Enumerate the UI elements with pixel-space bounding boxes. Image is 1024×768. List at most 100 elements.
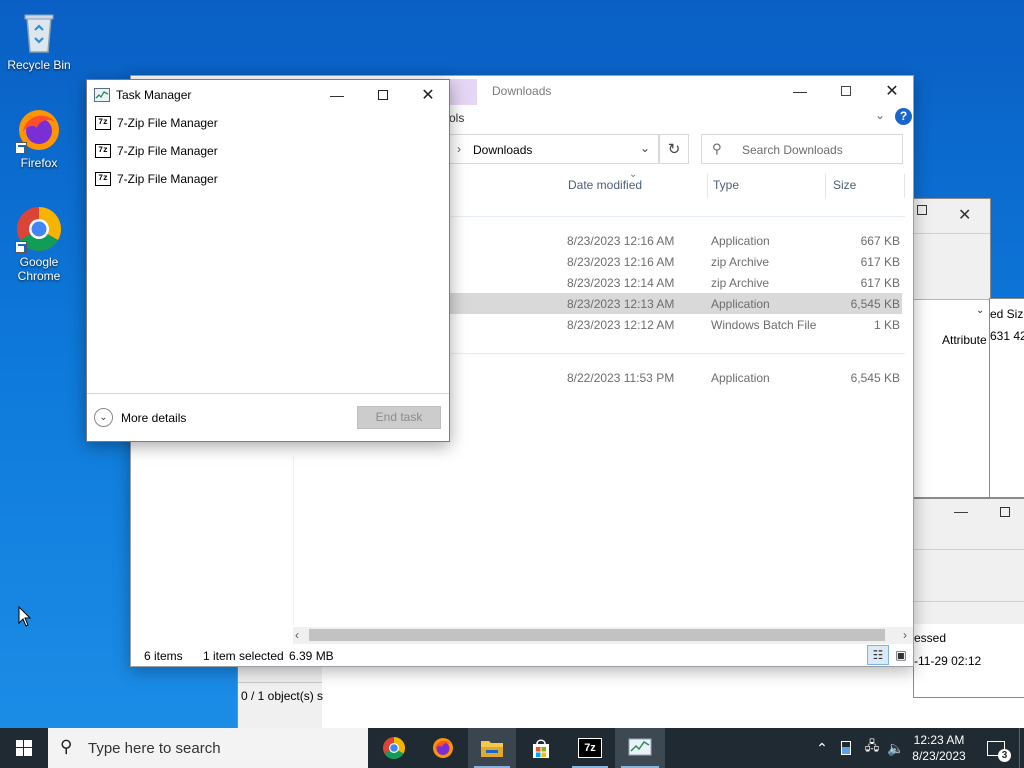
task-list-item[interactable]: 7z 7-Zip File Manager	[93, 168, 218, 190]
maximize-button[interactable]	[823, 76, 869, 106]
mouse-cursor-icon	[18, 605, 32, 631]
desktop-icon-label: Recycle Bin	[7, 58, 71, 72]
taskbar-store[interactable]	[517, 728, 565, 768]
file-date: 8/23/2023 12:16 AM	[567, 255, 675, 269]
maximize-icon[interactable]	[917, 205, 927, 215]
chevron-down-icon: ⌄	[94, 408, 113, 427]
notification-center-button[interactable]: 3	[978, 728, 1014, 768]
search-box[interactable]: ⚲ Search Downloads	[701, 134, 903, 164]
search-icon: ⚲	[60, 737, 73, 756]
file-size: 617 KB	[860, 276, 900, 290]
navigation-pane[interactable]	[131, 436, 293, 636]
start-button[interactable]	[0, 728, 48, 768]
file-date: 8/22/2023 11:53 PM	[567, 371, 675, 385]
status-item-count: 6 items	[144, 649, 183, 663]
file-type: zip Archive	[711, 276, 770, 290]
horizontal-scrollbar[interactable]: ‹ ›	[293, 627, 913, 644]
close-button[interactable]: ✕	[869, 76, 913, 106]
desktop-icon-recycle-bin[interactable]: Recycle Bin	[3, 8, 75, 72]
taskbar-firefox[interactable]	[419, 728, 467, 768]
taskbar-chrome[interactable]	[370, 728, 418, 768]
packed-size-value: 631 426	[990, 329, 1024, 343]
desktop-icon-firefox[interactable]: Firefox	[3, 106, 75, 170]
folder-icon	[481, 741, 503, 757]
maximize-icon[interactable]	[1000, 507, 1010, 517]
file-type: Application	[711, 297, 770, 311]
task-list-item[interactable]: 7z 7-Zip File Manager	[93, 140, 218, 162]
status-fragment: 0 / 1 object(s) s	[241, 689, 324, 703]
7zip-icon: 7z	[95, 172, 111, 186]
column-header-date[interactable]: Date modified	[568, 178, 642, 192]
maximize-button[interactable]	[360, 80, 406, 110]
file-date: 8/23/2023 12:16 AM	[567, 234, 675, 248]
help-icon[interactable]: ?	[895, 108, 912, 125]
show-hidden-icons-chevron-icon[interactable]: ⌃	[810, 728, 834, 768]
firefox-icon	[433, 738, 453, 758]
search-icon: ⚲	[712, 141, 722, 156]
window-title: Task Manager	[116, 88, 192, 102]
file-type: Application	[711, 234, 770, 248]
more-details-button[interactable]: ⌄ More details	[94, 408, 186, 427]
address-text: Downloads	[473, 143, 533, 157]
column-header-size[interactable]: Size	[833, 178, 856, 192]
task-manager-icon	[94, 88, 110, 102]
taskbar-task-manager[interactable]	[615, 728, 665, 768]
taskbar: ⚲ Type here to search 7z ⌃ 🖧 🔈 12:23 AM …	[0, 728, 1024, 768]
attribute-header: Attribute	[942, 333, 987, 347]
background-7zip-window-right: ✕ ⌄ Attribute	[913, 198, 991, 498]
column-header-type[interactable]: Type	[713, 178, 739, 192]
clock-date: 8/23/2023	[912, 749, 966, 763]
details-view-button[interactable]: ☷	[867, 645, 889, 665]
close-icon[interactable]: ✕	[958, 205, 971, 225]
background-7zip-window-far-right: ed Size 631 426	[989, 298, 1024, 498]
minimize-button[interactable]: —	[777, 76, 823, 106]
status-selected-count: 1 item selected	[203, 649, 284, 663]
show-desktop-button[interactable]	[1019, 728, 1024, 768]
taskbar-file-explorer[interactable]	[468, 728, 516, 768]
network-icon[interactable]: 🖧	[860, 728, 884, 768]
dropdown-chevron-icon[interactable]: ⌄	[976, 305, 984, 316]
file-date: 8/23/2023 12:14 AM	[567, 276, 675, 290]
scrollbar-thumb[interactable]	[309, 629, 885, 641]
task-label: 7-Zip File Manager	[117, 172, 218, 186]
close-button[interactable]: ✕	[405, 80, 449, 110]
status-selected-size: 6.39 MB	[289, 649, 334, 663]
minimize-icon[interactable]: —	[954, 503, 968, 519]
7zip-icon: 7z	[578, 738, 602, 758]
task-manager-icon	[628, 738, 652, 756]
firefox-icon	[15, 106, 63, 154]
taskbar-search-box[interactable]: ⚲ Type here to search	[48, 728, 368, 768]
address-bar[interactable]: › Downloads ⌄	[449, 134, 659, 164]
refresh-button[interactable]: ↻	[659, 134, 689, 164]
ribbon-tab-tools[interactable]: ols	[449, 111, 464, 125]
task-list-item[interactable]: 7z 7-Zip File Manager	[93, 112, 218, 134]
scroll-left-icon[interactable]: ‹	[295, 628, 299, 642]
search-placeholder: Type here to search	[88, 740, 221, 757]
clock[interactable]: 12:23 AM 8/23/2023	[906, 728, 972, 768]
scroll-right-icon[interactable]: ›	[903, 628, 907, 642]
end-task-button[interactable]: End task	[357, 406, 441, 429]
7zip-icon: 7z	[95, 116, 111, 130]
large-icons-view-button[interactable]: ▣	[891, 645, 911, 665]
accessed-value: -11-29 02:12	[914, 654, 982, 668]
background-7zip-window-bottom-right: — essed -11-29 02:12	[913, 498, 1024, 698]
file-size: 617 KB	[860, 255, 900, 269]
task-manager-window: Task Manager — ✕ 7z 7-Zip File Manager 7…	[86, 79, 450, 442]
taskbar-7zip[interactable]: 7z	[566, 728, 614, 768]
more-details-label: More details	[121, 410, 187, 425]
ribbon-expand-chevron-icon[interactable]: ⌄	[875, 108, 885, 122]
store-icon	[533, 739, 549, 758]
address-dropdown-icon[interactable]: ⌄	[640, 141, 650, 155]
accessed-header: essed	[914, 631, 947, 645]
file-date: 8/23/2023 12:13 AM	[567, 297, 675, 311]
volume-icon[interactable]: 🔈	[884, 728, 908, 768]
task-label: 7-Zip File Manager	[117, 116, 218, 130]
recycle-bin-icon	[15, 8, 63, 56]
windows-logo-icon	[16, 740, 32, 756]
minimize-button[interactable]: —	[314, 80, 360, 110]
file-date: 8/23/2023 12:12 AM	[567, 318, 675, 332]
file-type: Windows Batch File	[711, 318, 817, 332]
task-label: 7-Zip File Manager	[117, 144, 218, 158]
battery-icon[interactable]	[836, 728, 856, 768]
file-size: 667 KB	[860, 234, 900, 248]
